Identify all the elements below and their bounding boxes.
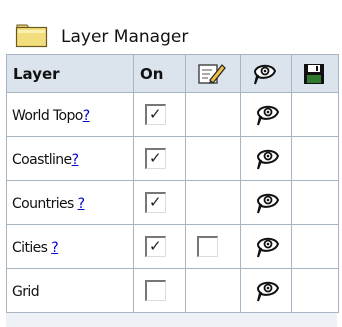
column-header-save — [291, 54, 339, 93]
layer-help-link[interactable]: ? — [83, 108, 90, 124]
layer-on-cell: ✓ — [133, 180, 186, 225]
eye-icon[interactable] — [255, 102, 281, 128]
layer-help-link[interactable]: ? — [51, 240, 58, 256]
layer-edit-cell — [185, 180, 241, 225]
layer-edit-cell — [185, 92, 241, 137]
checkmark: ✓ — [149, 149, 162, 167]
table-row: Coastline? ✓ — [6, 136, 339, 181]
folder-icon — [15, 22, 51, 48]
eye-icon[interactable] — [255, 190, 281, 216]
layer-name-cell: Grid — [6, 268, 134, 313]
layer-name: Coastline — [12, 152, 72, 168]
layer-visibility-cell — [240, 180, 292, 225]
eye-icon — [253, 64, 277, 84]
layer-on-checkbox[interactable]: ✓ — [145, 104, 166, 125]
eye-icon[interactable] — [255, 146, 281, 172]
layer-name: World Topo — [12, 108, 83, 124]
layer-name: Grid — [12, 284, 40, 300]
panel-title: Layer Manager — [61, 27, 189, 47]
checkmark: ✓ — [149, 105, 162, 123]
layer-name: Countries — [12, 196, 78, 212]
layer-on-cell — [133, 268, 186, 313]
layer-save-cell — [291, 268, 339, 313]
layer-name-cell: World Topo? — [6, 92, 134, 137]
layer-manager-panel: Layer Manager Layer On World Topo? ✓ Coa… — [0, 0, 342, 327]
panel-footer — [6, 313, 337, 327]
layer-on-checkbox[interactable]: ✓ — [145, 192, 166, 213]
table-row: World Topo? ✓ — [6, 92, 339, 137]
layer-help-link[interactable]: ? — [72, 152, 79, 168]
layer-name-cell: Coastline? — [6, 136, 134, 181]
layer-edit-cell — [185, 224, 241, 269]
layer-visibility-cell — [240, 268, 292, 313]
eye-icon[interactable] — [255, 278, 281, 304]
table-row: Cities ? ✓ — [6, 224, 339, 269]
layer-save-cell — [291, 136, 339, 181]
panel-header: Layer Manager — [15, 20, 188, 50]
layer-visibility-cell — [240, 92, 292, 137]
layer-save-cell — [291, 92, 339, 137]
layer-name-cell: Cities ? — [6, 224, 134, 269]
floppy-disk-icon — [304, 63, 324, 84]
checkmark: ✓ — [149, 193, 162, 211]
column-header-visibility — [240, 54, 292, 93]
checkmark: ✓ — [149, 237, 162, 255]
layer-on-checkbox[interactable]: ✓ — [145, 148, 166, 169]
table-row: Grid — [6, 268, 339, 313]
layer-on-cell: ✓ — [133, 136, 186, 181]
pencil-edit-icon — [198, 63, 226, 84]
eye-icon[interactable] — [255, 234, 281, 260]
table-row: Countries ? ✓ — [6, 180, 339, 225]
column-header-on: On — [133, 54, 186, 93]
layer-save-cell — [291, 180, 339, 225]
layer-visibility-cell — [240, 224, 292, 269]
column-header-layer: Layer — [6, 54, 134, 93]
layer-edit-checkbox[interactable] — [197, 236, 218, 257]
layer-name-cell: Countries ? — [6, 180, 134, 225]
layer-on-cell: ✓ — [133, 92, 186, 137]
layer-table: Layer On World Topo? ✓ Coastline? ✓ Coun… — [6, 54, 339, 313]
layer-visibility-cell — [240, 136, 292, 181]
table-header-row: Layer On — [6, 54, 339, 93]
layer-name: Cities — [12, 240, 52, 256]
layer-on-checkbox[interactable] — [145, 280, 166, 301]
layer-on-cell: ✓ — [133, 224, 186, 269]
layer-help-link[interactable]: ? — [78, 196, 85, 212]
layer-edit-cell — [185, 268, 241, 313]
layer-on-checkbox[interactable]: ✓ — [145, 236, 166, 257]
layer-save-cell — [291, 224, 339, 269]
column-header-edit — [185, 54, 241, 93]
layer-edit-cell — [185, 136, 241, 181]
